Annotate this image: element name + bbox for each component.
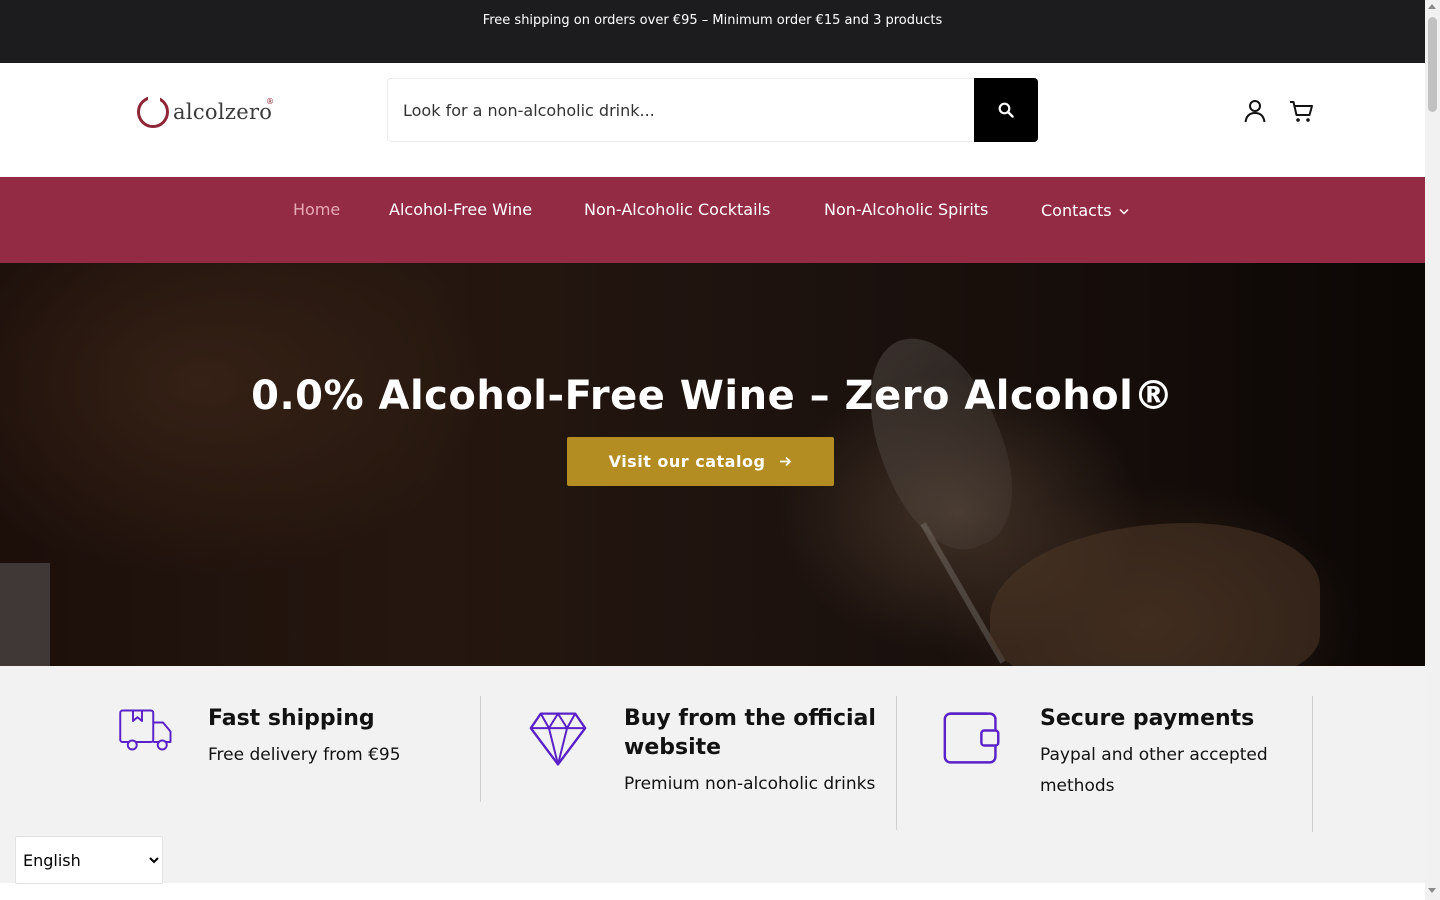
features-bar: Fast shipping Free delivery from €95 Buy… bbox=[0, 666, 1425, 883]
language-select-wrapper: English bbox=[15, 836, 163, 884]
logo-registered-mark: ® bbox=[266, 97, 274, 106]
nav-item-contacts-label: Contacts bbox=[1041, 201, 1112, 220]
nav-item-home[interactable]: Home bbox=[293, 200, 340, 219]
feature-title: Fast shipping bbox=[208, 706, 375, 731]
wallet-icon bbox=[943, 712, 1000, 764]
announcement-text: Free shipping on orders over €95 – Minim… bbox=[482, 13, 943, 28]
account-icon bbox=[1244, 100, 1266, 123]
nav-item-contacts[interactable]: Contacts bbox=[1041, 200, 1129, 220]
logo-text: alcolzero bbox=[173, 100, 273, 124]
truck-icon bbox=[119, 709, 172, 751]
logo[interactable]: alcolzero ® bbox=[137, 94, 277, 130]
search-input[interactable] bbox=[389, 80, 973, 140]
diamond-icon bbox=[529, 712, 587, 766]
scrollbar-thumb[interactable] bbox=[1428, 17, 1437, 112]
feature-subtitle: Free delivery from €95 bbox=[208, 745, 401, 765]
page-bottom bbox=[0, 883, 1425, 900]
visit-catalog-button[interactable]: Visit our catalog bbox=[567, 437, 834, 486]
main-nav: Home Alcohol-Free Wine Non-Alcoholic Coc… bbox=[0, 177, 1425, 263]
search-button[interactable] bbox=[974, 78, 1038, 142]
cart-icon bbox=[1290, 101, 1313, 122]
search-box bbox=[387, 78, 1038, 142]
scroll-up-arrow-icon[interactable] bbox=[1428, 4, 1436, 9]
visit-catalog-label: Visit our catalog bbox=[608, 452, 766, 471]
feature-official-website: Buy from the official website Premium no… bbox=[526, 696, 896, 846]
arrow-right-icon bbox=[779, 452, 792, 471]
chevron-down-icon bbox=[1119, 200, 1129, 219]
feature-divider bbox=[1312, 696, 1313, 832]
feature-subtitle: Paypal and other accepted methods bbox=[1040, 745, 1268, 796]
site-header: alcolzero ® bbox=[0, 63, 1425, 177]
nav-item-non-alcoholic-spirits[interactable]: Non-Alcoholic Spirits bbox=[824, 200, 988, 219]
account-button[interactable] bbox=[1241, 97, 1269, 125]
announcement-bar: Free shipping on orders over €95 – Minim… bbox=[0, 0, 1425, 63]
feature-title: Secure payments bbox=[1040, 706, 1255, 731]
scroll-down-arrow-icon[interactable] bbox=[1428, 888, 1436, 893]
logo-ring-icon bbox=[137, 94, 169, 128]
language-select[interactable]: English bbox=[16, 837, 162, 883]
nav-item-alcohol-free-wine[interactable]: Alcohol-Free Wine bbox=[389, 200, 532, 219]
feature-title: Buy from the official website bbox=[624, 706, 876, 760]
feature-fast-shipping: Fast shipping Free delivery from €95 bbox=[110, 696, 480, 846]
search-icon bbox=[998, 102, 1014, 118]
nav-item-non-alcoholic-cocktails[interactable]: Non-Alcoholic Cocktails bbox=[584, 200, 770, 219]
feature-subtitle: Premium non-alcoholic drinks bbox=[624, 774, 876, 794]
hero-banner: 0.0% Alcohol-Free Wine – Zero Alcohol® V… bbox=[0, 263, 1425, 666]
feature-divider bbox=[896, 696, 897, 830]
page: Free shipping on orders over €95 – Minim… bbox=[0, 0, 1425, 900]
feature-divider bbox=[480, 696, 481, 802]
cart-button[interactable] bbox=[1287, 97, 1315, 125]
scrollbar[interactable] bbox=[1425, 0, 1440, 900]
feature-secure-payments: Secure payments Paypal and other accepte… bbox=[942, 696, 1312, 846]
hero-title: 0.0% Alcohol-Free Wine – Zero Alcohol® bbox=[251, 373, 1174, 419]
